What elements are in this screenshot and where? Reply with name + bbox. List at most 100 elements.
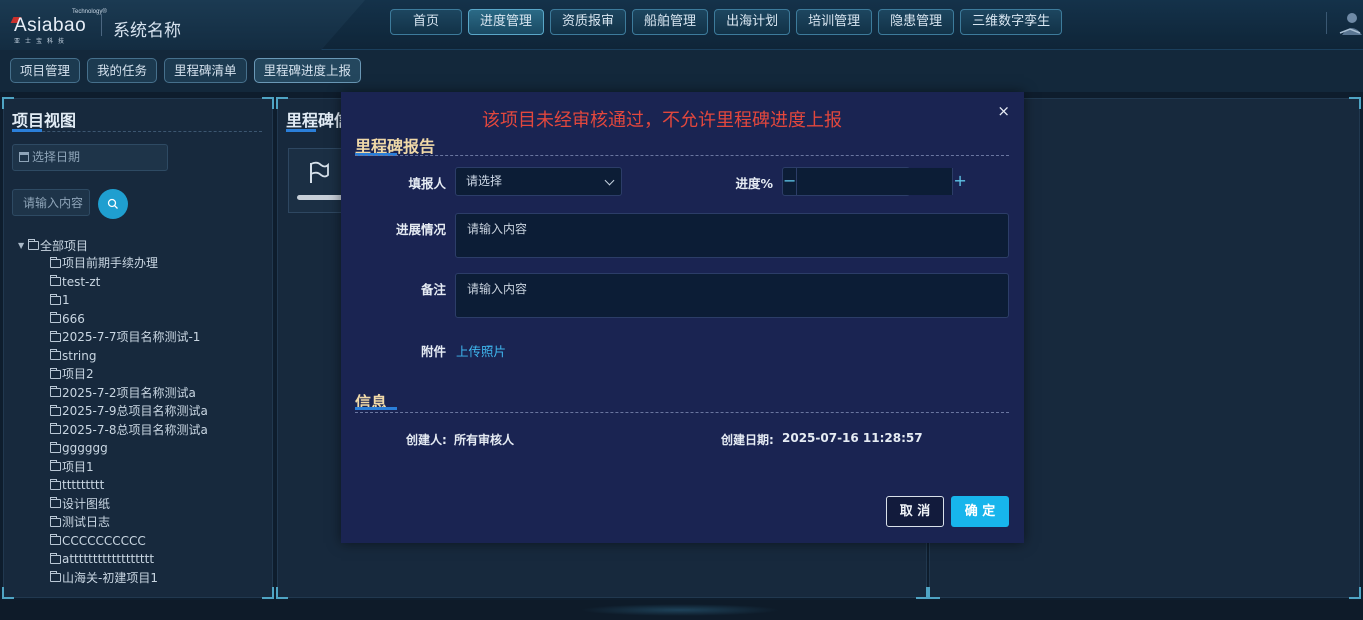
date-picker[interactable]: 选择日期: [12, 144, 168, 171]
title-divider: [12, 131, 262, 132]
search-button[interactable]: [98, 189, 128, 219]
company-logo[interactable]: Technology® Asiabao 亚士宝科技: [10, 9, 107, 45]
top-nav-home[interactable]: 首页: [390, 9, 463, 35]
tree-node-label: 1: [62, 293, 70, 307]
tree-node[interactable]: 2025-7-2项目名称测试a: [50, 384, 208, 403]
tree-node-label: gggggg: [62, 441, 108, 455]
confirm-button[interactable]: 确 定: [951, 496, 1009, 527]
folder-icon: [50, 478, 61, 490]
sub-nav: 项目管理 我的任务 里程碑清单 里程碑进度上报: [0, 50, 1363, 92]
tree-node-label: 666: [62, 311, 85, 326]
tree-children: 项目前期手续办理 test-zt 1 666 2025-7-7项目名称测试-1 …: [18, 254, 208, 587]
footer-glow: [580, 604, 780, 616]
tree-node[interactable]: 项目2: [50, 365, 208, 384]
title-underline: [12, 129, 42, 132]
upload-photo-link[interactable]: 上传照片: [456, 341, 506, 360]
reporter-select[interactable]: 请选择: [455, 167, 622, 196]
tree-node-label: 2025-7-7项目名称测试-1: [62, 330, 201, 344]
tree-node[interactable]: gggggg: [50, 439, 208, 458]
remark-textarea[interactable]: [455, 273, 1009, 318]
section-divider: [355, 155, 1009, 156]
milestone-card[interactable]: [288, 148, 348, 213]
tree-node[interactable]: 1: [50, 291, 208, 310]
tree-node-label: string: [62, 348, 97, 363]
tree-node[interactable]: 2025-7-8总项目名称测试a: [50, 421, 208, 440]
search-icon: [107, 198, 118, 209]
panel-corner: [262, 97, 274, 109]
subnav-milestone-list[interactable]: 里程碑清单: [164, 58, 247, 83]
tree-node-label: 项目前期手续办理: [62, 256, 159, 270]
tree-node-label: 设计图纸: [62, 496, 111, 511]
date-placeholder: 选择日期: [32, 150, 81, 164]
tree-node[interactable]: 2025-7-9总项目名称测试a: [50, 402, 208, 421]
top-nav-progress[interactable]: 进度管理: [468, 9, 545, 35]
folder-icon: [50, 386, 61, 398]
tree-node[interactable]: ttttttttt: [50, 476, 208, 495]
tree-node-label: 2025-7-9总项目名称测试a: [62, 404, 208, 418]
folder-icon: [50, 441, 61, 453]
top-nav-digital-twin[interactable]: 三维数字孪生: [960, 9, 1063, 35]
section-underline: [355, 407, 397, 410]
top-nav-qualification[interactable]: 资质报审: [550, 9, 627, 35]
status-textarea[interactable]: [455, 213, 1009, 258]
tree-node[interactable]: 设计图纸: [50, 495, 208, 514]
error-message: 该项目未经审核通过，不允许里程碑进度上报: [482, 110, 842, 131]
user-icon[interactable]: [1338, 11, 1363, 39]
plus-icon[interactable]: +: [952, 168, 967, 195]
subnav-project-management[interactable]: 项目管理: [10, 58, 81, 83]
folder-icon: [50, 552, 61, 564]
top-nav-hazards[interactable]: 隐患管理: [878, 9, 955, 35]
panel-corner: [276, 587, 288, 599]
section-divider: [355, 412, 1009, 413]
tree-node[interactable]: 666: [50, 310, 208, 329]
tree-node[interactable]: CCCCCCCCCC: [50, 532, 208, 551]
top-nav-training[interactable]: 培训管理: [796, 9, 873, 35]
folder-icon: [50, 515, 61, 527]
tree-node[interactable]: atttttttttttttttttt: [50, 550, 208, 569]
project-tree: ▼ 全部项目 项目前期手续办理 test-zt 1 666 2025-7-7项目…: [18, 236, 208, 587]
progress-label: 进度%: [735, 176, 773, 191]
subnav-my-tasks[interactable]: 我的任务: [87, 58, 158, 83]
caret-down-icon[interactable]: ▼: [18, 241, 28, 250]
tree-node-label: 测试日志: [62, 515, 111, 529]
folder-icon: [50, 349, 61, 361]
top-nav-voyage-plan[interactable]: 出海计划: [714, 9, 791, 35]
cancel-button[interactable]: 取 消: [886, 496, 944, 527]
system-name: 系统名称: [113, 21, 181, 41]
tree-node-label: test-zt: [62, 274, 101, 289]
top-nav-ships[interactable]: 船舶管理: [632, 9, 709, 35]
tree-node-label: 山海关-初建项目1: [62, 570, 158, 585]
folder-icon: [50, 497, 61, 509]
tree-node[interactable]: string: [50, 347, 208, 366]
panel-corner: [928, 587, 940, 599]
folder-icon: [50, 404, 61, 416]
tree-node-label: 2025-7-2项目名称测试a: [62, 385, 196, 400]
tree-node[interactable]: 2025-7-7项目名称测试-1: [50, 328, 208, 347]
folder-icon: [50, 293, 61, 305]
folder-icon: [50, 534, 61, 546]
tree-node[interactable]: 测试日志: [50, 513, 208, 532]
header-divider: [1326, 12, 1327, 34]
panel-corner: [1349, 97, 1361, 109]
subnav-milestone-report[interactable]: 里程碑进度上报: [253, 58, 362, 83]
tree-node-label: 2025-7-8总项目名称测试a: [62, 422, 208, 437]
tree-node[interactable]: 项目前期手续办理: [50, 254, 208, 273]
close-icon[interactable]: ×: [997, 102, 1010, 120]
reporter-select-value: 请选择: [466, 174, 503, 188]
progress-input[interactable]: [797, 168, 953, 195]
calendar-icon: [19, 152, 29, 162]
tree-node[interactable]: 山海关-初建项目1: [50, 569, 208, 588]
tree-root[interactable]: ▼ 全部项目: [18, 236, 208, 254]
tree-node[interactable]: 项目1: [50, 458, 208, 477]
project-view-panel: 项目视图 选择日期 ▼ 全部项目 项目前期手续办理 test-zt 1 666 …: [2, 97, 274, 599]
folder-icon: [50, 367, 61, 379]
folder-icon: [28, 238, 39, 250]
panel-corner: [916, 587, 928, 599]
minus-icon[interactable]: −: [783, 168, 798, 195]
folder-icon: [50, 312, 61, 324]
tree-node[interactable]: test-zt: [50, 273, 208, 292]
search-input[interactable]: [12, 189, 90, 216]
flag-icon: [310, 161, 329, 183]
folder-icon: [50, 330, 61, 342]
folder-icon: [50, 423, 61, 435]
